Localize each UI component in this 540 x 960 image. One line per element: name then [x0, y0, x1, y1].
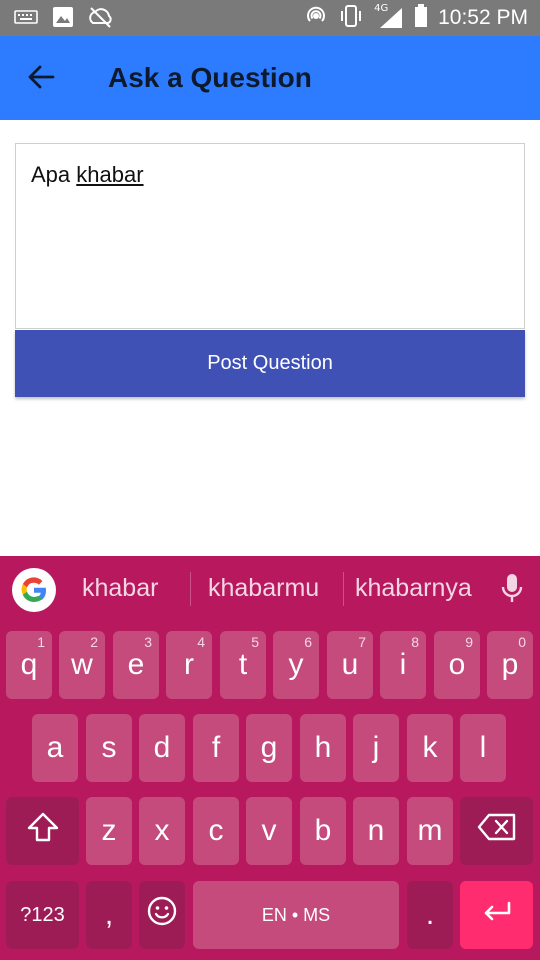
enter-icon — [481, 898, 513, 932]
key-v[interactable]: v — [246, 797, 292, 865]
key-x[interactable]: x — [139, 797, 185, 865]
key-label: q — [20, 648, 38, 681]
key-label: t — [238, 648, 248, 681]
key-q[interactable]: q1 — [6, 631, 52, 699]
page-title: Ask a Question — [108, 62, 312, 93]
key-u[interactable]: u7 — [327, 631, 373, 699]
key-g[interactable]: g — [246, 714, 292, 782]
shift-icon — [26, 811, 60, 851]
key-d[interactable]: d — [139, 714, 185, 782]
key-p[interactable]: p0 — [487, 631, 533, 699]
key-hint: 3 — [144, 634, 152, 650]
key-h[interactable]: h — [300, 714, 346, 782]
key-label: o — [448, 648, 466, 681]
suggestion-strip: khabar khabarmu khabarnya — [0, 556, 540, 622]
key-e[interactable]: e3 — [113, 631, 159, 699]
backspace-icon — [477, 813, 517, 849]
key-label: i — [399, 648, 407, 681]
clock: 10:52 PM — [438, 6, 528, 29]
shift-key[interactable] — [6, 797, 79, 865]
key-a[interactable]: a — [32, 714, 78, 782]
key-hint: 6 — [304, 634, 312, 650]
key-hint: 0 — [518, 634, 526, 650]
key-j[interactable]: j — [353, 714, 399, 782]
symbols-key[interactable]: ?123 — [6, 881, 79, 949]
key-k[interactable]: k — [407, 714, 453, 782]
google-icon[interactable] — [12, 568, 56, 612]
backspace-key[interactable] — [460, 797, 533, 865]
suggestion-3[interactable]: khabarnya — [355, 574, 472, 603]
suggestion-divider — [343, 572, 344, 606]
key-label: y — [288, 648, 304, 681]
vibrate-icon — [338, 4, 364, 32]
key-label: r — [184, 648, 194, 681]
question-text-plain: Apa — [31, 162, 77, 187]
back-button[interactable] — [20, 58, 62, 100]
suggestion-2[interactable]: khabarmu — [208, 574, 319, 603]
key-hint: 2 — [90, 634, 98, 650]
signal-icon: 4G — [374, 3, 404, 30]
key-hint: 5 — [251, 634, 259, 650]
key-o[interactable]: o9 — [434, 631, 480, 699]
key-y[interactable]: y6 — [273, 631, 319, 699]
post-question-button[interactable]: Post Question — [15, 330, 525, 397]
question-input[interactable]: Apa khabar — [15, 143, 525, 329]
hotspot-icon — [304, 4, 328, 32]
period-key[interactable]: . — [407, 881, 453, 949]
image-icon — [52, 6, 74, 32]
key-hint: 9 — [465, 634, 473, 650]
soft-keyboard: khabar khabarmu khabarnya q1 w2 e3 r4 t5… — [0, 556, 540, 960]
key-t[interactable]: t5 — [220, 631, 266, 699]
battery-icon — [414, 4, 428, 32]
status-bar: 4G 10:52 PM — [0, 0, 540, 36]
app-bar: Ask a Question — [0, 36, 540, 120]
key-r[interactable]: r4 — [166, 631, 212, 699]
key-n[interactable]: n — [353, 797, 399, 865]
key-label: u — [341, 648, 359, 681]
emoji-icon — [146, 895, 178, 935]
arrow-back-icon — [27, 63, 55, 95]
key-f[interactable]: f — [193, 714, 239, 782]
key-z[interactable]: z — [86, 797, 132, 865]
key-label: e — [127, 648, 145, 681]
keyboard-icon — [14, 9, 38, 29]
key-hint: 1 — [37, 634, 45, 650]
key-s[interactable]: s — [86, 714, 132, 782]
key-l[interactable]: l — [460, 714, 506, 782]
key-hint: 7 — [358, 634, 366, 650]
suggestion-1[interactable]: khabar — [82, 574, 158, 603]
key-hint: 4 — [197, 634, 205, 650]
question-text: Apa khabar — [31, 162, 144, 188]
key-w[interactable]: w2 — [59, 631, 105, 699]
emoji-key[interactable] — [139, 881, 185, 949]
comma-key[interactable]: , — [86, 881, 132, 949]
suggestion-divider — [190, 572, 191, 606]
key-b[interactable]: b — [300, 797, 346, 865]
microphone-icon[interactable] — [500, 572, 524, 606]
no-sync-icon — [88, 6, 114, 32]
key-c[interactable]: c — [193, 797, 239, 865]
enter-key[interactable] — [460, 881, 533, 949]
key-i[interactable]: i8 — [380, 631, 426, 699]
space-key[interactable]: EN • MS — [193, 881, 399, 949]
key-m[interactable]: m — [407, 797, 453, 865]
question-text-composing: khabar — [76, 162, 144, 187]
key-hint: 8 — [411, 634, 419, 650]
key-label: p — [501, 648, 519, 681]
key-label: w — [71, 648, 93, 681]
